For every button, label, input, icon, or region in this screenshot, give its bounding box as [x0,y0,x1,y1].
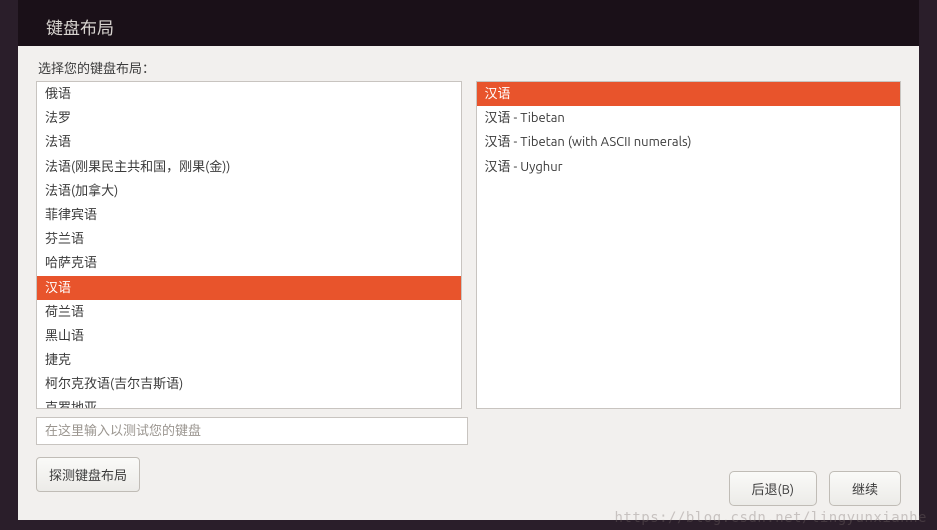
language-item[interactable]: 柯尔克孜语(吉尔吉斯语) [37,372,461,396]
variant-item[interactable]: 汉语 - Tibetan [477,106,901,130]
language-item[interactable]: 芬兰语 [37,227,461,251]
window-title: 键盘布局 [18,0,919,46]
back-button[interactable]: 后退(B) [729,471,817,506]
language-item[interactable]: 法语(加拿大) [37,179,461,203]
layout-panels: 俄语法罗法语法语(刚果民主共和国，刚果(金))法语(加拿大)菲律宾语芬兰语哈萨克… [36,81,901,409]
continue-button[interactable]: 继续 [829,471,901,506]
variant-item[interactable]: 汉语 - Uyghur [477,155,901,179]
language-item[interactable]: 捷克 [37,348,461,372]
detect-keyboard-button[interactable]: 探测键盘布局 [36,457,140,492]
keyboard-test-input[interactable] [36,417,468,445]
language-item[interactable]: 法罗 [37,106,461,130]
language-item[interactable]: 俄语 [37,82,461,106]
variant-item[interactable]: 汉语 - Tibetan (with ASCII numerals) [477,130,901,154]
content-area: 选择您的键盘布局： 俄语法罗法语法语(刚果民主共和国，刚果(金))法语(加拿大)… [18,46,919,520]
language-item[interactable]: 哈萨克语 [37,251,461,275]
language-item[interactable]: 法语(刚果民主共和国，刚果(金)) [37,155,461,179]
language-list[interactable]: 俄语法罗法语法语(刚果民主共和国，刚果(金))法语(加拿大)菲律宾语芬兰语哈萨克… [36,81,462,409]
language-item[interactable]: 菲律宾语 [37,203,461,227]
language-item[interactable]: 克罗地亚 [37,396,461,409]
language-item[interactable]: 荷兰语 [37,300,461,324]
language-item[interactable]: 黑山语 [37,324,461,348]
footer-buttons: 后退(B) 继续 [729,471,901,506]
language-item[interactable]: 法语 [37,130,461,154]
variant-item[interactable]: 汉语 [477,82,901,106]
language-item[interactable]: 汉语 [37,276,461,300]
title-text: 键盘布局 [46,19,114,38]
variant-list[interactable]: 汉语汉语 - Tibetan汉语 - Tibetan (with ASCII n… [476,81,902,409]
prompt-label: 选择您的键盘布局： [36,58,901,77]
